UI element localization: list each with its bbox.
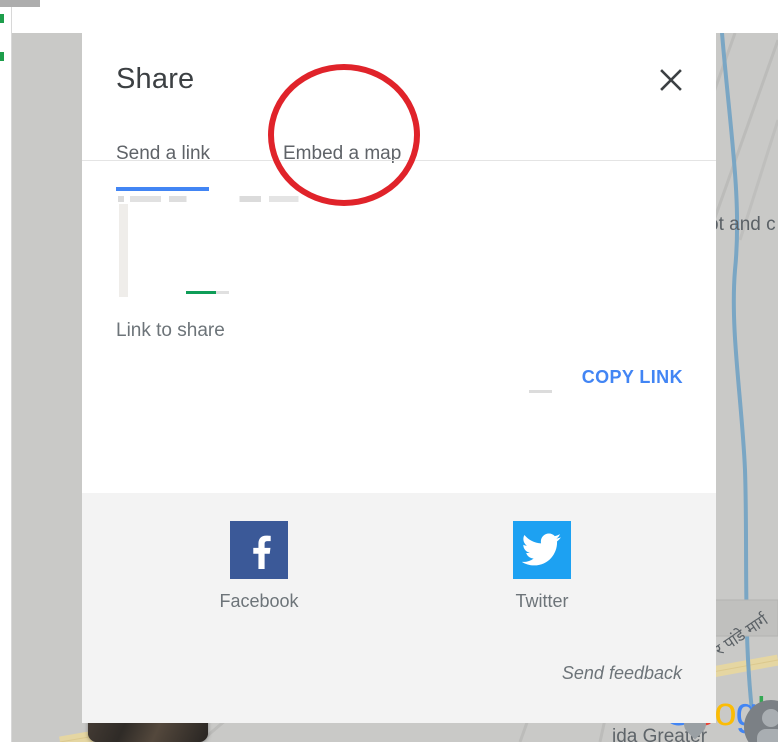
copy-link-button[interactable]: COPY LINK: [582, 367, 683, 388]
close-button[interactable]: [652, 61, 690, 99]
share-dialog: Share Send a link Embed a map Link to sh…: [82, 33, 716, 723]
link-to-share-label: Link to share: [116, 320, 225, 341]
active-tab-underline: [116, 187, 209, 191]
browser-left-panel: [0, 0, 12, 742]
share-facebook-label: Facebook: [219, 591, 299, 611]
share-footer: Facebook Twitter Send feedback: [82, 493, 716, 723]
browser-top-white-area: [12, 0, 778, 33]
tab-embed-a-map[interactable]: Embed a map: [283, 143, 401, 179]
screen: ot and c र पांडे मार्ग ida Greater Googl…: [0, 0, 778, 742]
copy-link-row: COPY LINK: [82, 363, 716, 403]
share-twitter-label: Twitter: [515, 591, 569, 611]
share-link-loading-bar: [119, 204, 128, 297]
page-title: Share: [116, 63, 195, 95]
left-panel-tick: [0, 14, 4, 23]
tabs-divider: [82, 160, 716, 161]
tab-list: Send a link Embed a map: [82, 143, 716, 193]
send-feedback-link[interactable]: Send feedback: [562, 663, 682, 684]
copy-row-divider: [529, 390, 552, 393]
tab-send-a-link[interactable]: Send a link: [116, 143, 210, 179]
twitter-icon: [513, 521, 571, 579]
facebook-icon: [230, 521, 288, 579]
share-link-input[interactable]: [114, 196, 319, 298]
share-facebook-button[interactable]: Facebook: [184, 521, 334, 612]
loading-progress-indicator: [186, 291, 216, 294]
share-link-ghost-text: [118, 196, 314, 202]
left-panel-tick: [0, 52, 4, 61]
map-label-road: ot and c: [708, 214, 776, 235]
google-letter-o2: o: [714, 690, 736, 734]
share-twitter-button[interactable]: Twitter: [467, 521, 617, 612]
browser-top-bar: [0, 0, 40, 7]
loading-progress-track: [216, 291, 229, 294]
close-icon: [660, 69, 682, 91]
